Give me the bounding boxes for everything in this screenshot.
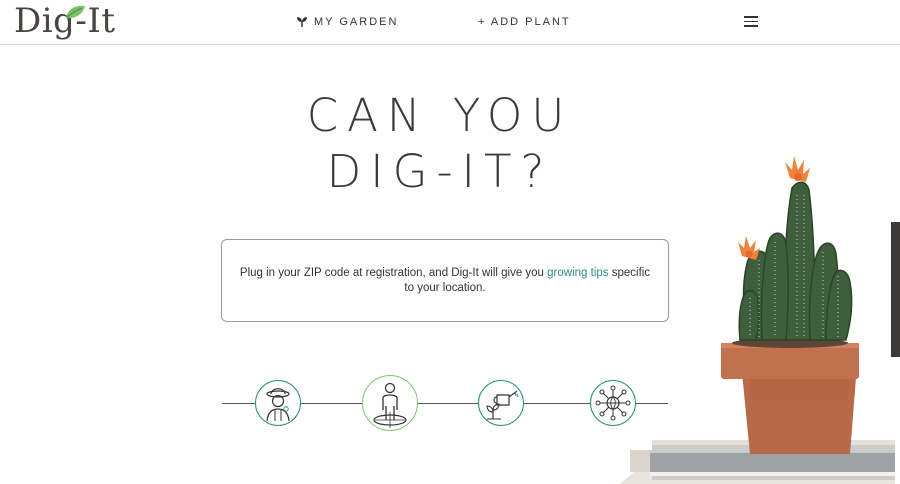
cactus-pot-image	[620, 156, 895, 484]
nav-add-plant-label: + ADD PLANT	[478, 16, 571, 28]
leaf-icon	[66, 5, 85, 19]
step-watering[interactable]	[478, 380, 524, 426]
person-location-icon	[373, 382, 407, 428]
nav-my-garden-label: MY GARDEN	[314, 16, 399, 28]
hamburger-menu-icon[interactable]	[744, 16, 758, 28]
growing-tips-link[interactable]: growing tips	[547, 267, 608, 279]
nav-add-plant[interactable]: + ADD PLANT	[478, 14, 571, 30]
step-gardener[interactable]	[255, 380, 301, 426]
info-box: Plug in your ZIP code at registration, a…	[221, 239, 669, 322]
step-location[interactable]	[362, 375, 418, 431]
page-title: CAN YOU DIG-IT?	[250, 88, 630, 200]
info-text-before: Plug in your ZIP code at registration, a…	[239, 266, 548, 279]
title-line-2: DIG-IT?	[326, 145, 554, 198]
title-line-1: CAN YOU	[306, 89, 574, 142]
site-header: Dig-It MY GARDEN + ADD PLANT	[0, 0, 900, 45]
info-text: Plug in your ZIP code at registration, a…	[234, 266, 656, 296]
gardener-icon	[266, 388, 290, 422]
watering-can-icon	[486, 390, 519, 420]
logo[interactable]: Dig-It	[14, 0, 115, 44]
nav-my-garden[interactable]: MY GARDEN	[296, 14, 398, 30]
sprout-icon	[297, 17, 307, 27]
